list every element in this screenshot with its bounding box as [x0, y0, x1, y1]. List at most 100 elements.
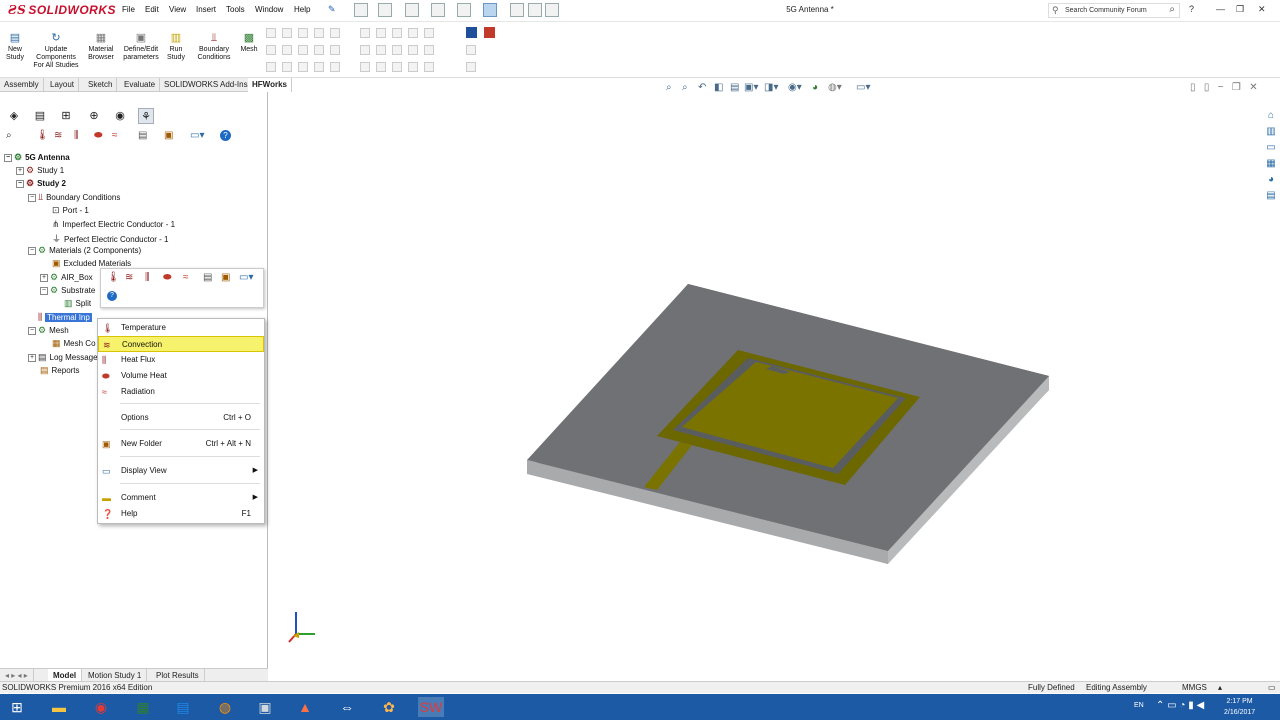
hide-show-icon[interactable]: ◉▾ [788, 82, 802, 93]
file-explorer-icon[interactable]: ▬ [46, 697, 72, 717]
tree-item-imperfect-conductor[interactable]: ⋔ Imperfect Electric Conductor - 1 [52, 219, 175, 230]
update-components-button[interactable]: ↻ Update Components For All Studies [32, 32, 80, 70]
design-library-icon[interactable]: ▥ [1264, 126, 1278, 140]
tab-layout[interactable]: Layout [46, 78, 80, 92]
print-icon[interactable] [431, 3, 445, 17]
tree-item-mesh-control[interactable]: ▦ Mesh Co [52, 338, 96, 349]
temperature-icon[interactable]: 🌡 [36, 130, 49, 141]
new-folder-icon[interactable]: ▣ [164, 130, 173, 141]
menu-item-radiation[interactable]: ≈ Radiation [98, 384, 264, 400]
help-question-icon[interactable]: ? [1189, 4, 1194, 14]
tree-item-air-box[interactable]: + ⚙ AIR_Box [40, 272, 93, 283]
configuration-manager-icon[interactable]: ⊞ [58, 108, 74, 124]
rebuild-icon[interactable] [510, 3, 524, 17]
menu-item-help[interactable]: ❓ Help F1 [98, 506, 264, 522]
language-indicator[interactable]: EN [1134, 702, 1144, 709]
system-clock[interactable]: 2:17 PM 2/16/2017 [1224, 696, 1255, 718]
undo-icon[interactable] [457, 3, 471, 17]
volume-heat-icon[interactable]: ⬬ [94, 130, 103, 141]
viewport-min-icon[interactable]: − [1218, 82, 1224, 93]
material-browser-button[interactable]: ▦ Material Browser [84, 32, 118, 62]
pin-icon[interactable]: ✎ [328, 4, 336, 15]
convection-icon[interactable]: ≋ [54, 130, 62, 141]
menu-item-options[interactable]: Options Ctrl + O [98, 410, 264, 426]
open-document-icon[interactable] [378, 3, 392, 17]
view-palette-icon[interactable]: ▦ [1264, 158, 1278, 172]
tray-icons[interactable]: ⌃ ▭ ◔ ▮ ◀ [1156, 700, 1204, 711]
tree-item-perfect-conductor[interactable]: ⏚ Perfect Electric Conductor - 1 [52, 232, 169, 245]
display-view-icon[interactable]: ▭▾ [190, 130, 204, 141]
hfworks-manager-icon[interactable]: ⚘ [138, 108, 154, 124]
tree-root[interactable]: − ⚙ 5G Antenna [4, 152, 70, 163]
select-pointer-icon[interactable] [483, 3, 497, 17]
menu-item-convection[interactable]: ≋ Convection [98, 336, 264, 352]
tab-hfworks[interactable]: HFWorks [248, 78, 292, 92]
tab-evaluate[interactable]: Evaluate [120, 78, 161, 92]
units-selector[interactable]: MMGS [1182, 682, 1207, 693]
tree-item-boundary-conditions[interactable]: − ⫫ Boundary Conditions [28, 192, 120, 203]
home-icon[interactable]: ⌂ [1264, 110, 1278, 124]
word-icon[interactable]: ▤ [170, 697, 196, 717]
section-view-icon[interactable]: ◧ [714, 82, 723, 93]
new-study-button[interactable]: ▤ New Study [4, 32, 26, 62]
menu-tools[interactable]: Tools [226, 5, 245, 14]
zoom-to-fit-icon[interactable]: ⌕ [666, 82, 672, 93]
viewport-minimize-icon[interactable]: ▯ [1204, 82, 1210, 93]
tree-item-reports[interactable]: ▤ Reports [40, 365, 80, 376]
acrobat-icon[interactable]: ▲ [292, 697, 318, 717]
menu-item-comment[interactable]: ▬ Comment ▶ [98, 490, 264, 506]
excel-icon[interactable]: ▦ [130, 697, 156, 717]
mesh-button[interactable]: ▩ Mesh [238, 32, 260, 54]
menu-window[interactable]: Window [255, 5, 283, 14]
app-icon[interactable]: ▣ [252, 697, 278, 717]
menu-item-heat-flux[interactable]: ⫼ Heat Flux [98, 352, 264, 368]
search-scope-icon[interactable]: ⚲ [1052, 5, 1059, 16]
viewport-restore-icon[interactable]: ❐ [1232, 82, 1241, 93]
tab-solidworks-addins[interactable]: SOLIDWORKS Add-Ins [160, 78, 253, 92]
minimize-icon[interactable]: — [1216, 4, 1225, 14]
viewport-close-icon[interactable]: ✕ [1249, 82, 1257, 93]
tree-item-mesh[interactable]: − ⚙ Mesh [28, 325, 69, 336]
view-settings-icon[interactable]: ▭▾ [856, 82, 870, 93]
options-gear-icon[interactable] [545, 3, 559, 17]
file-properties-icon[interactable] [528, 3, 542, 17]
units-dropdown-icon[interactable]: ▴ [1218, 682, 1222, 693]
help-status-icon[interactable]: ▭ [1268, 682, 1276, 693]
edit-appearance-icon[interactable]: ◕ [812, 82, 818, 93]
tab-sketch[interactable]: Sketch [84, 78, 118, 92]
volume-heat-icon[interactable]: ⬬ [163, 272, 172, 283]
menu-item-temperature[interactable]: 🌡 Temperature [98, 320, 264, 336]
run-study-button[interactable]: ▥ Run Study [164, 32, 188, 62]
tree-item-study-1[interactable]: + ⚙ Study 1 [16, 165, 64, 176]
chrome-icon[interactable]: ◉ [88, 697, 114, 717]
heat-flux-icon[interactable]: ⫼ [74, 130, 79, 141]
new-document-icon[interactable] [354, 3, 368, 17]
radiation-icon[interactable]: ≈ [112, 130, 118, 141]
menu-item-display-view[interactable]: ▭ Display View ▶ [98, 463, 264, 479]
dimxpert-icon[interactable]: ⊕ [86, 108, 102, 124]
search-input[interactable]: ⚲ Search Community Forum ⌕ [1048, 3, 1180, 18]
view-orientation-icon[interactable]: ▣▾ [744, 82, 758, 93]
feature-tree-icon[interactable]: ◈ [6, 108, 22, 124]
boundary-conditions-button[interactable]: ⫫ Boundary Conditions [194, 32, 234, 62]
menu-item-new-folder[interactable]: ▣ New Folder Ctrl + Alt + N [98, 436, 264, 452]
heat-flux-icon[interactable]: ⫼ [145, 272, 150, 283]
tree-item-split[interactable]: ▥ Split [64, 298, 91, 309]
hfworks-red-icon[interactable] [484, 27, 495, 38]
menu-help[interactable]: Help [294, 5, 310, 14]
custom-properties-icon[interactable]: ▤ [1264, 190, 1278, 204]
menu-item-volume-heat[interactable]: ⬬ Volume Heat [98, 368, 264, 384]
define-parameters-button[interactable]: ▣ Define/Edit parameters [120, 32, 162, 62]
menu-file[interactable]: File [122, 5, 135, 14]
tree-item-port[interactable]: ⊡ Port - 1 [52, 205, 89, 216]
save-icon[interactable] [405, 3, 419, 17]
menu-view[interactable]: View [169, 5, 186, 14]
display-view-icon[interactable]: ▭▾ [239, 272, 253, 283]
convection-icon[interactable]: ≋ [125, 272, 133, 283]
help-icon[interactable]: ? [220, 130, 231, 141]
tree-item-materials[interactable]: − ⚙ Materials (2 Components) [28, 245, 141, 256]
display-style-icon[interactable]: ◨▾ [764, 82, 778, 93]
new-folder-icon[interactable]: ▣ [221, 272, 230, 283]
tree-item-substrate[interactable]: − ⚙ Substrate [40, 285, 95, 296]
temperature-icon[interactable]: 🌡 [107, 272, 120, 283]
